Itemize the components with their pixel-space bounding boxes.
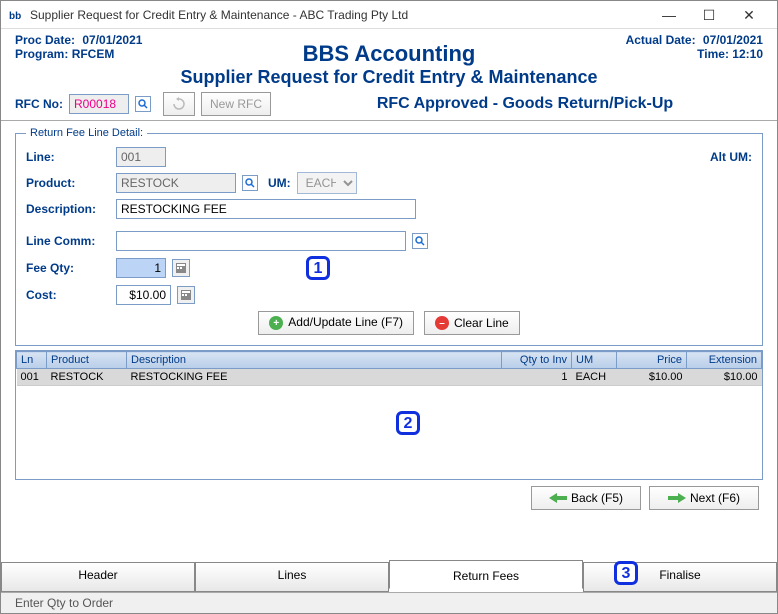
col-description[interactable]: Description: [127, 352, 502, 369]
time-label: Time:: [697, 47, 729, 61]
cost-calc-icon[interactable]: [177, 286, 195, 304]
add-update-label: Add/Update Line (F7): [288, 316, 403, 329]
rfc-no-input[interactable]: [69, 94, 129, 114]
app-subtitle: Supplier Request for Credit Entry & Main…: [165, 67, 613, 88]
cost-input[interactable]: [116, 285, 171, 305]
app-title: BBS Accounting: [165, 41, 613, 67]
minus-icon: –: [435, 316, 449, 330]
fee-qty-input[interactable]: [116, 258, 166, 278]
time-value: 12:10: [732, 47, 763, 61]
cell-ln: 001: [17, 369, 47, 386]
new-rfc-button[interactable]: New RFC: [201, 92, 271, 116]
close-button[interactable]: ✕: [729, 4, 769, 26]
product-search-icon[interactable]: [242, 175, 258, 191]
tab-finalise[interactable]: 3 Finalise: [583, 563, 777, 592]
um-select: EACH: [297, 172, 357, 194]
status-bar: Enter Qty to Order: [1, 592, 777, 613]
grid-header-row: Ln Product Description Qty to Inv UM Pri…: [17, 352, 762, 369]
tab-lines[interactable]: Lines: [195, 563, 389, 592]
add-update-line-button[interactable]: + Add/Update Line (F7): [258, 311, 414, 335]
actual-date: 07/01/2021: [703, 33, 763, 47]
content-area: Proc Date: 07/01/2021 Actual Date: 07/01…: [1, 29, 777, 613]
line-input: [116, 147, 166, 167]
return-fee-detail-group: Return Fee Line Detail: Line: Alt UM: Pr…: [15, 127, 763, 346]
next-label: Next (F6): [690, 491, 740, 505]
back-label: Back (F5): [571, 491, 623, 505]
cell-um: EACH: [572, 369, 617, 386]
table-row[interactable]: 001 RESTOCK RESTOCKING FEE 1 EACH $10.00…: [17, 369, 762, 386]
cell-qty: 1: [502, 369, 572, 386]
program-label: Program:: [15, 47, 68, 61]
col-price[interactable]: Price: [617, 352, 687, 369]
program-code: RFCEM: [72, 47, 115, 61]
cell-ext: $10.00: [687, 369, 762, 386]
app-icon: bb: [9, 7, 25, 23]
linecomm-search-icon[interactable]: [412, 233, 428, 249]
actual-date-label: Actual Date:: [626, 33, 696, 47]
description-input[interactable]: [116, 199, 416, 219]
tab-header[interactable]: Header: [1, 563, 195, 592]
product-input[interactable]: [116, 173, 236, 193]
window-controls: — ☐ ✕: [649, 4, 769, 26]
product-label: Product:: [26, 176, 110, 190]
clear-line-button[interactable]: – Clear Line: [424, 311, 520, 335]
detail-legend: Return Fee Line Detail:: [26, 127, 147, 139]
rfc-no-label: RFC No:: [15, 97, 63, 111]
body: Return Fee Line Detail: Line: Alt UM: Pr…: [1, 121, 777, 562]
rfc-row: RFC No: New RFC RFC Approved - Goods Ret…: [1, 88, 777, 121]
plus-icon: +: [269, 316, 283, 330]
callout-1: 1: [306, 256, 330, 280]
back-button[interactable]: Back (F5): [531, 486, 641, 510]
next-button[interactable]: Next (F6): [649, 486, 759, 510]
col-ln[interactable]: Ln: [17, 352, 47, 369]
clear-line-label: Clear Line: [454, 316, 509, 330]
window-title: Supplier Request for Credit Entry & Main…: [30, 8, 649, 22]
refresh-button[interactable]: [163, 92, 195, 116]
feeqty-label: Fee Qty:: [26, 261, 110, 275]
um-label: UM:: [268, 176, 291, 190]
line-comm-input[interactable]: [116, 231, 406, 251]
lines-grid[interactable]: Ln Product Description Qty to Inv UM Pri…: [15, 350, 763, 480]
titlebar: bb Supplier Request for Credit Entry & M…: [1, 1, 777, 29]
alt-um-label: Alt UM:: [710, 150, 752, 164]
line-label: Line:: [26, 150, 110, 164]
cell-product: RESTOCK: [47, 369, 127, 386]
nav-row: Back (F5) Next (F6): [15, 480, 763, 516]
cell-price: $10.00: [617, 369, 687, 386]
feeqty-calc-icon[interactable]: [172, 259, 190, 277]
callout-2: 2: [396, 411, 420, 435]
svg-text:bb: bb: [9, 11, 21, 22]
rfc-status: RFC Approved - Goods Return/Pick-Up: [287, 95, 763, 113]
tab-finalise-label: Finalise: [659, 568, 700, 582]
tab-return-fees[interactable]: Return Fees: [389, 560, 583, 589]
cell-description: RESTOCKING FEE: [127, 369, 502, 386]
col-um[interactable]: UM: [572, 352, 617, 369]
desc-label: Description:: [26, 202, 110, 216]
col-qty[interactable]: Qty to Inv: [502, 352, 572, 369]
rfc-search-icon[interactable]: [135, 96, 151, 112]
minimize-button[interactable]: —: [649, 4, 689, 26]
col-ext[interactable]: Extension: [687, 352, 762, 369]
arrow-right-icon: [668, 493, 686, 503]
callout-3: 3: [614, 561, 638, 585]
proc-date: 07/01/2021: [82, 33, 142, 47]
col-product[interactable]: Product: [47, 352, 127, 369]
arrow-left-icon: [549, 493, 567, 503]
maximize-button[interactable]: ☐: [689, 4, 729, 26]
app-window: bb Supplier Request for Credit Entry & M…: [0, 0, 778, 614]
tab-bar: Header Lines Return Fees 3 Finalise: [1, 562, 777, 592]
linecomm-label: Line Comm:: [26, 234, 110, 248]
cost-label: Cost:: [26, 288, 110, 302]
proc-date-label: Proc Date:: [15, 33, 75, 47]
